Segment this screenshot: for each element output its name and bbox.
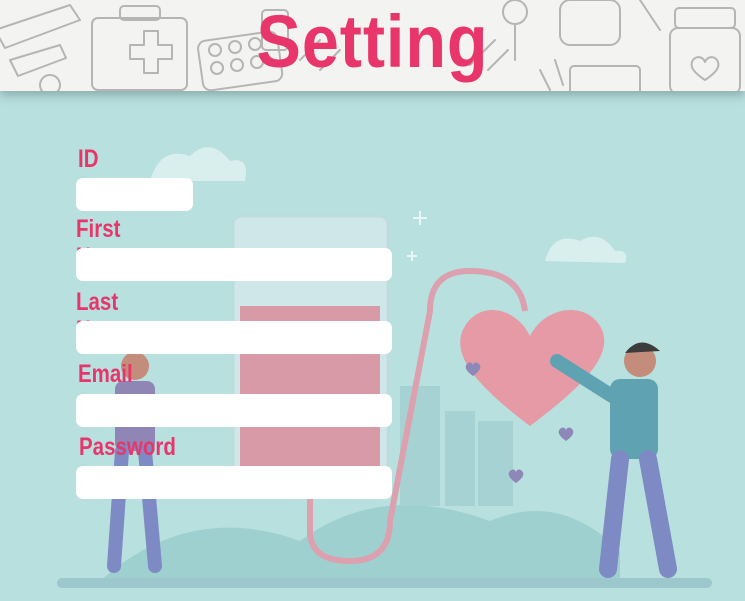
header-banner: Setting [0, 0, 745, 91]
password-field[interactable] [76, 466, 392, 499]
last-name-field[interactable] [76, 321, 392, 354]
id-field[interactable] [76, 178, 193, 211]
password-label: Password [79, 433, 176, 461]
page-title: Setting [256, 0, 489, 83]
first-name-field[interactable] [76, 248, 392, 281]
email-field[interactable] [76, 394, 392, 427]
id-label: ID [78, 145, 99, 173]
email-label: Email [78, 360, 133, 388]
